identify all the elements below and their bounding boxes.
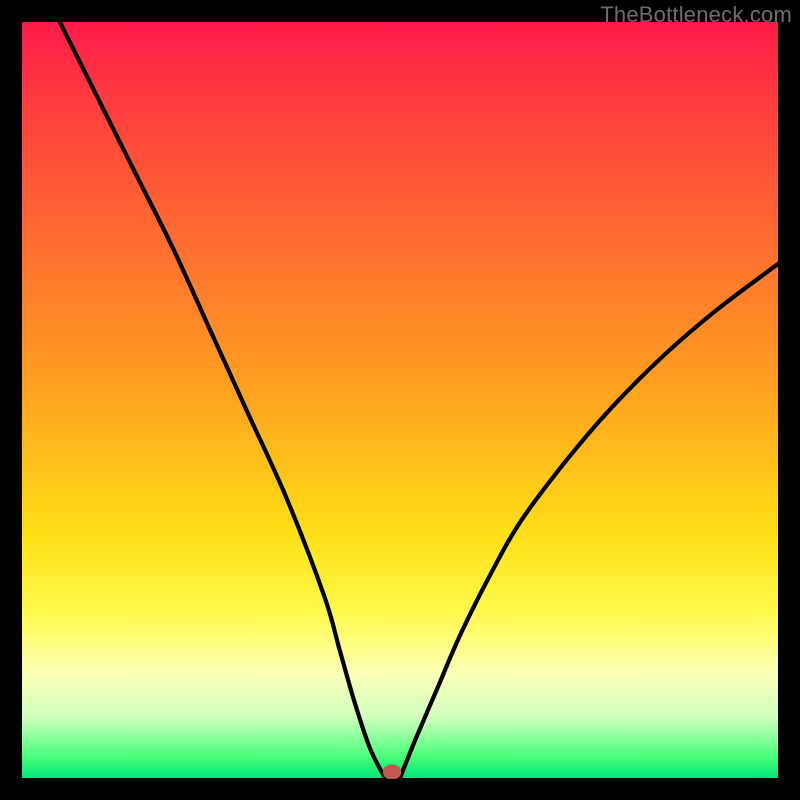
plot-area xyxy=(22,22,778,778)
chart-frame: TheBottleneck.com xyxy=(0,0,800,800)
minimum-marker xyxy=(383,765,401,779)
bottleneck-curve xyxy=(22,22,778,778)
